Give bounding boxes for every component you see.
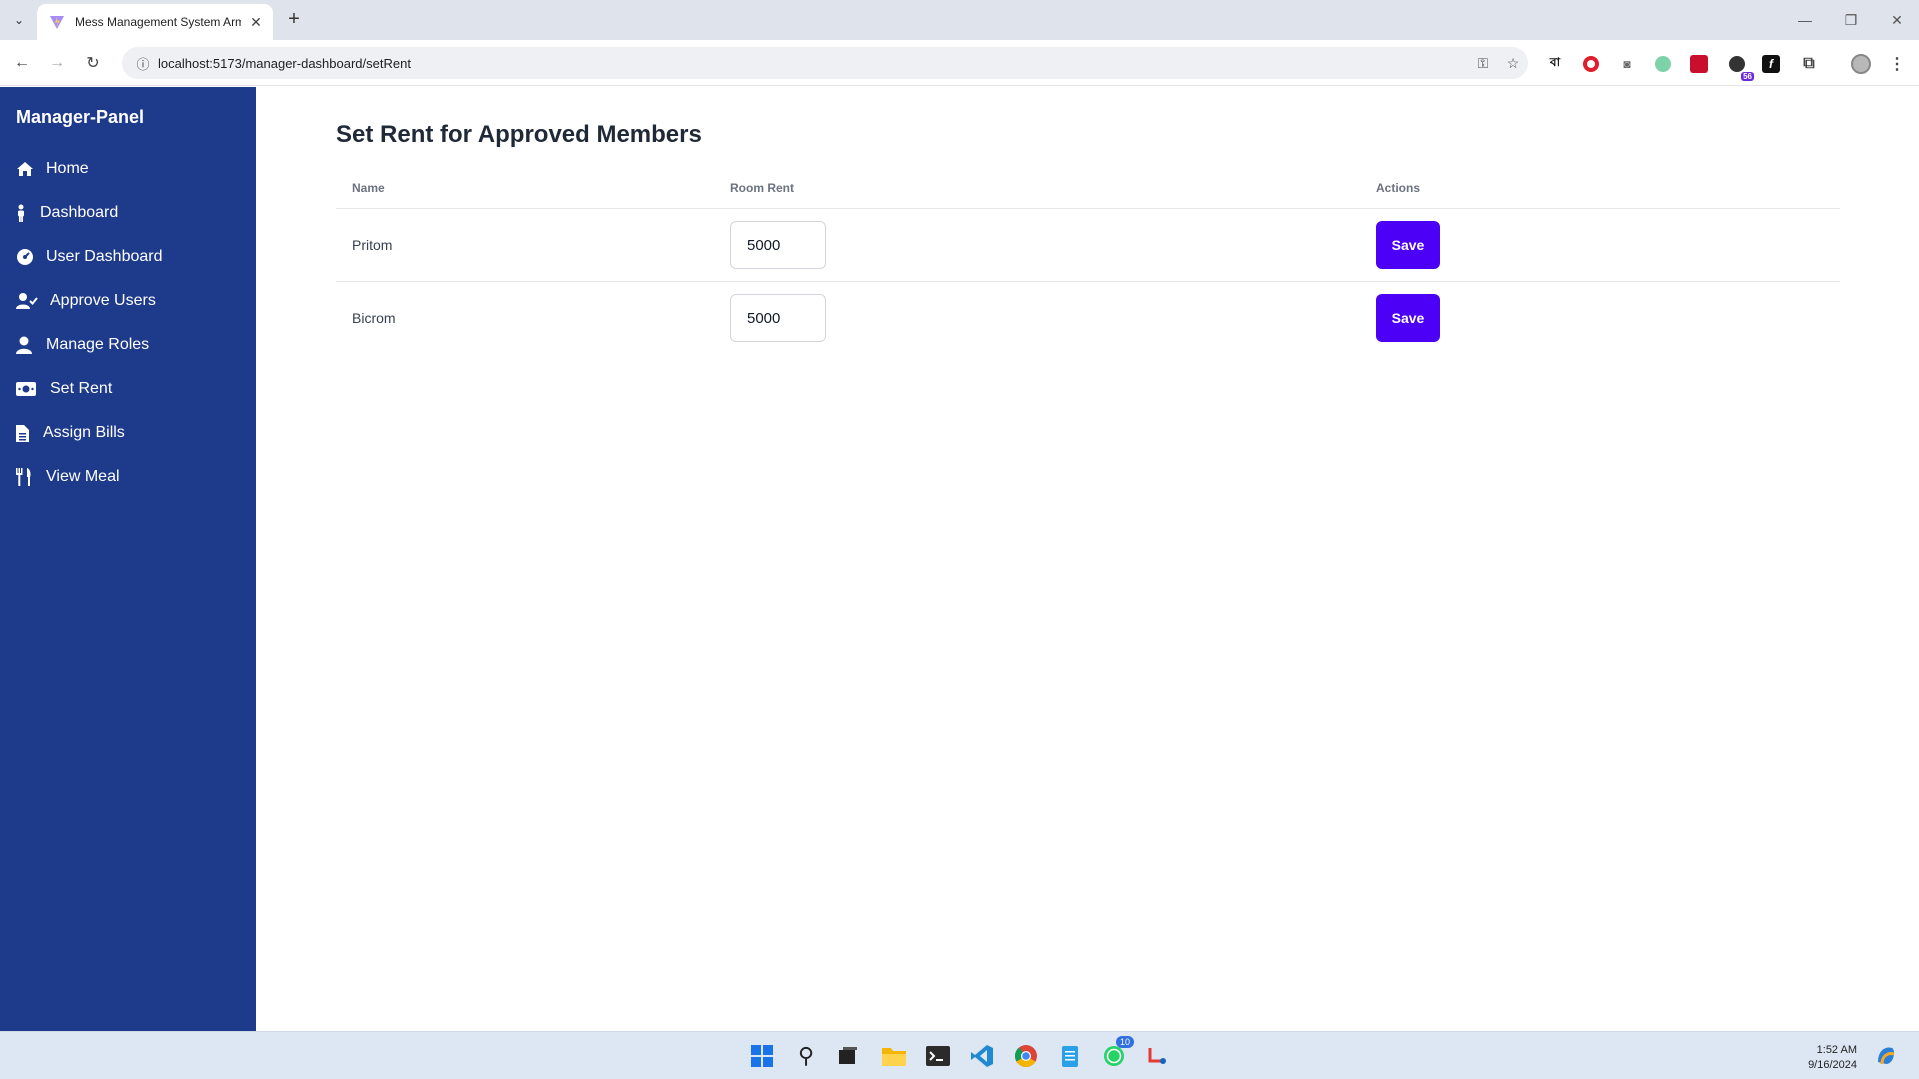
page-title: Set Rent for Approved Members [336,121,702,148]
close-window-icon[interactable]: ✕ [1882,8,1912,32]
brand-title: Manager-Panel [16,107,145,127]
sidebar-item-label: User Dashboard [46,248,163,265]
table-row: Pritom Save [336,209,1840,282]
extensions-puzzle-icon[interactable]: ⧉ [1798,53,1820,75]
file-explorer-icon[interactable] [880,1042,908,1070]
red-extension-icon[interactable] [1688,53,1710,75]
search-icon[interactable]: ⚲ [792,1042,820,1070]
column-header-name: Name [352,181,385,195]
whatsapp-icon[interactable]: 10 [1100,1036,1134,1070]
forward-icon[interactable]: → [45,51,69,75]
reload-icon[interactable]: ↻ [81,51,105,75]
main-content: Set Rent for Approved Members Name Room … [256,87,1919,1031]
sidebar-item-manage-roles[interactable]: Manage Roles [16,332,149,358]
restore-icon[interactable]: ❐ [1836,8,1866,32]
sidebar-item-label: Dashboard [40,204,119,221]
sidebar-item-label: Manage Roles [46,336,150,353]
money-icon [16,380,36,398]
color-extension-icon[interactable] [1652,53,1674,75]
browser-tab[interactable]: Mess Management System Arm ✕ [37,4,273,40]
github-extension-icon[interactable]: 56 [1726,53,1754,81]
save-button[interactable]: Save [1376,294,1440,342]
member-name: Pritom [352,237,393,253]
close-tab-icon[interactable]: ✕ [247,14,265,31]
home-icon [16,160,34,178]
tab-strip: ⌄ Mess Management System Arm ✕ + — ❐ ✕ [0,0,1919,40]
opera-extension-icon[interactable] [1580,53,1602,75]
sidebar-item-dashboard[interactable]: Dashboard [16,200,118,226]
sidebar-item-label: Assign Bills [43,424,125,441]
table-header: Name Room Rent Actions [336,175,1840,209]
password-key-icon[interactable]: ⚿ [1468,55,1498,72]
sidebar: Manager-Panel Home Dashboard User Dashbo… [0,87,256,1031]
utensils-icon [16,468,32,486]
minimize-icon[interactable]: — [1790,8,1820,32]
terminal-icon[interactable] [924,1042,952,1070]
browser-menu-icon[interactable]: ⋮ [1886,53,1908,75]
sidebar-item-user-dashboard[interactable]: User Dashboard [16,244,163,270]
user-icon [16,336,32,354]
sidebar-item-view-meal[interactable]: View Meal [16,464,120,490]
save-button[interactable]: Save [1376,221,1440,269]
url-text[interactable]: localhost:5173/manager-dashboard/setRent [158,56,1468,71]
sidebar-item-label: Approve Users [50,292,156,309]
whatsapp-badge: 10 [1115,1036,1134,1048]
taskbar: ⚲ 10 1:52 AM 9/16/2024 [0,1031,1919,1079]
sidebar-item-approve-users[interactable]: Approve Users [16,288,156,314]
vscode-icon[interactable] [968,1042,996,1070]
snipping-tool-icon[interactable] [1144,1042,1172,1070]
bookmark-star-icon[interactable]: ☆ [1498,55,1528,72]
address-bar[interactable]: ⓘ localhost:5173/manager-dashboard/setRe… [122,47,1528,79]
sidebar-item-home[interactable]: Home [16,156,89,182]
task-view-icon[interactable] [834,1042,862,1070]
extension-badge: 56 [1741,72,1754,81]
notepad-icon[interactable] [1056,1042,1084,1070]
gauge-icon [16,248,34,266]
new-tab-icon[interactable]: + [282,8,306,32]
tab-search-icon[interactable]: ⌄ [8,9,30,31]
vite-favicon-icon [50,16,64,29]
column-header-room-rent: Room Rent [730,181,794,195]
file-icon [16,424,29,442]
clock-time: 1:52 AM [1816,1044,1857,1056]
room-rent-input[interactable] [730,221,826,269]
sidebar-item-set-rent[interactable]: Set Rent [16,376,112,402]
tab-title: Mess Management System Arm [75,15,241,29]
user-check-icon [16,292,38,310]
clock-date: 9/16/2024 [1808,1059,1857,1071]
sidebar-item-label: View Meal [46,468,120,485]
system-clock[interactable]: 1:52 AM 9/16/2024 [1808,1043,1857,1073]
back-icon[interactable]: ← [10,51,34,75]
font-extension-icon[interactable]: f [1760,53,1782,75]
profile-avatar-icon[interactable] [1850,53,1872,75]
sidebar-item-assign-bills[interactable]: Assign Bills [16,420,125,446]
person-icon [16,204,26,222]
browser-toolbar: ← → ↻ ⓘ localhost:5173/manager-dashboard… [0,40,1919,86]
column-header-actions: Actions [1376,181,1421,195]
sidebar-item-label: Home [46,160,89,177]
rent-table: Name Room Rent Actions Pritom Save Bicro… [336,175,1840,355]
bangla-extension-icon[interactable]: বা [1544,53,1566,75]
member-name: Bicrom [352,310,396,326]
copilot-icon[interactable] [1872,1042,1900,1070]
camera-extension-icon[interactable]: ◙ [1616,53,1638,75]
table-row: Bicrom Save [336,282,1840,355]
sidebar-item-label: Set Rent [50,380,113,397]
chrome-icon[interactable] [1012,1042,1040,1070]
windows-start-icon[interactable] [748,1042,776,1070]
site-info-icon[interactable]: ⓘ [128,54,158,73]
room-rent-input[interactable] [730,294,826,342]
